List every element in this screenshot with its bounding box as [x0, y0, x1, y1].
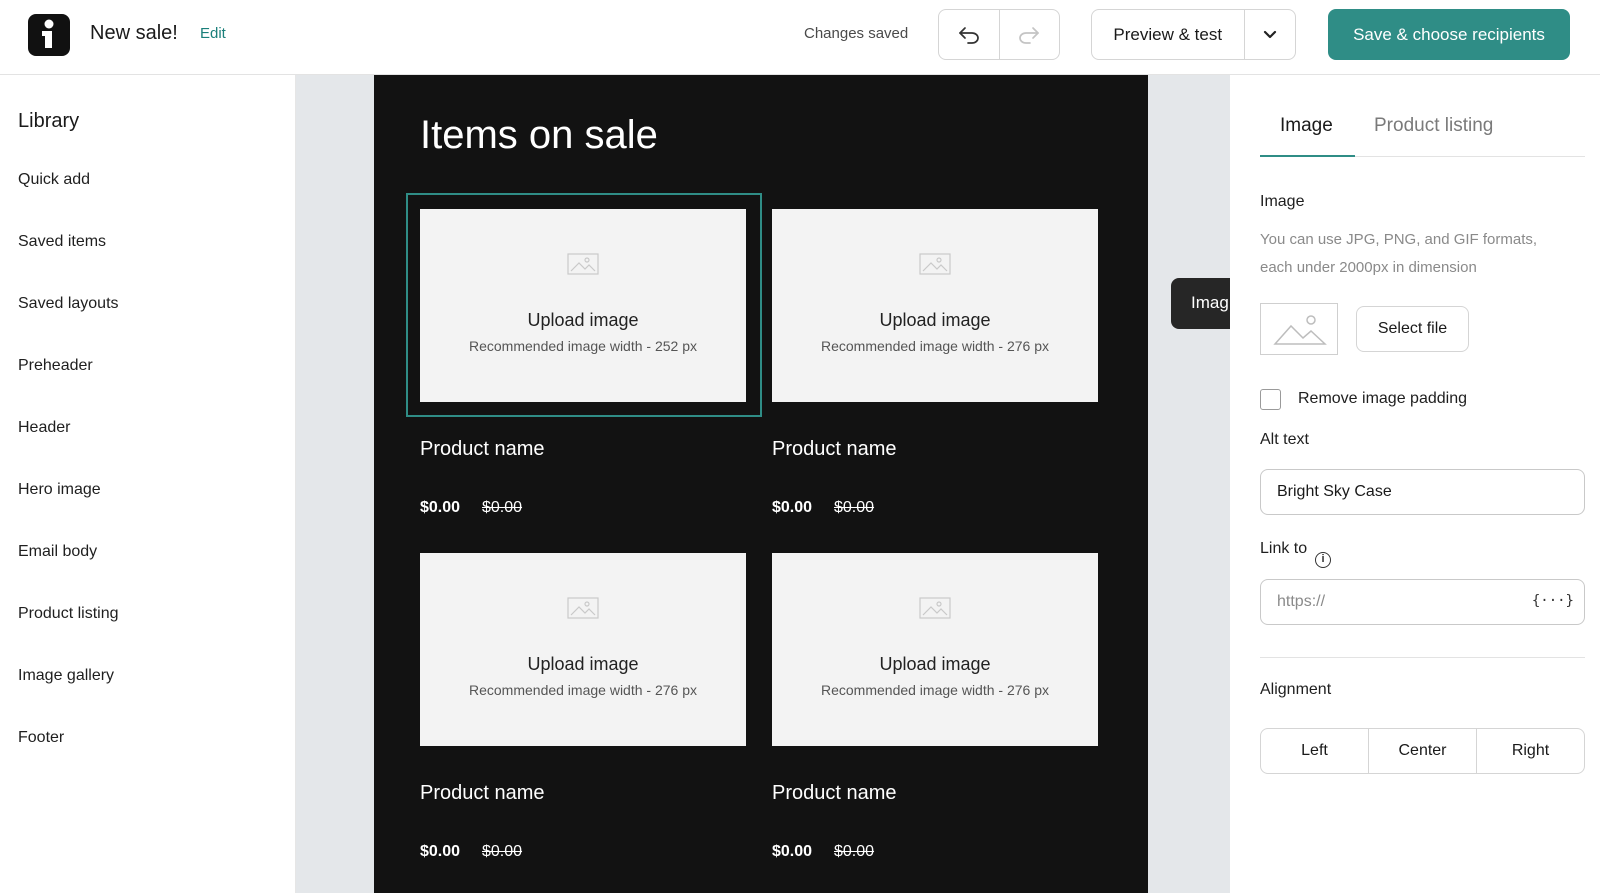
image-help-text: You can use JPG, PNG, and GIF formats, e… [1260, 226, 1570, 282]
email-heading[interactable]: Items on sale [420, 113, 658, 158]
product-price[interactable]: $0.00 [772, 843, 812, 861]
upload-image-area[interactable]: Upload image Recommended image width - 2… [772, 209, 1098, 402]
undo-button[interactable] [939, 10, 999, 59]
link-url-placeholder: https:// [1277, 593, 1325, 611]
alt-text-label: Alt text [1260, 431, 1309, 449]
top-bar: New sale! Edit Changes saved Preview & t… [0, 0, 1600, 75]
upload-image-hint: Recommended image width - 276 px [420, 682, 746, 698]
panel-tabs: Image Product listing [1260, 115, 1585, 157]
product-name[interactable]: Product name [772, 438, 897, 461]
image-placeholder-icon [1261, 304, 1339, 356]
save-choose-recipients-button[interactable]: Save & choose recipients [1328, 9, 1570, 60]
product-original-price[interactable]: $0.00 [834, 499, 874, 517]
product-price[interactable]: $0.00 [420, 499, 460, 517]
upload-image-title: Upload image [772, 310, 1098, 331]
email-preview: Items on sale Upload image Recommended i… [374, 75, 1148, 893]
image-section-label: Image [1260, 193, 1304, 211]
library-title: Library [18, 110, 79, 133]
section-divider [1260, 657, 1585, 658]
library-sidebar: Library Quick add Saved items Saved layo… [0, 75, 296, 893]
library-item-footer[interactable]: Footer [18, 729, 64, 747]
product-price[interactable]: $0.00 [420, 843, 460, 861]
redo-button[interactable] [999, 10, 1059, 59]
properties-panel: Image Product listing Image You can use … [1230, 75, 1600, 893]
block-tooltip-text: Imag [1171, 278, 1230, 329]
editor-canvas: Items on sale Upload image Recommended i… [296, 75, 1230, 893]
product-name[interactable]: Product name [420, 782, 545, 805]
alignment-label: Alignment [1260, 681, 1331, 699]
block-tooltip: Imag [1171, 278, 1230, 329]
upload-image-hint: Recommended image width - 252 px [420, 338, 746, 354]
library-item-hero-image[interactable]: Hero image [18, 481, 101, 499]
product-name[interactable]: Product name [772, 782, 897, 805]
align-right-button[interactable]: Right [1476, 729, 1584, 773]
link-url-input[interactable]: https:// {···} [1260, 579, 1585, 625]
image-placeholder-icon [567, 253, 599, 275]
product-price[interactable]: $0.00 [772, 499, 812, 517]
library-item-quick-add[interactable]: Quick add [18, 171, 90, 189]
upload-image-title: Upload image [772, 654, 1098, 675]
undo-redo-group [938, 9, 1060, 60]
library-item-product-listing[interactable]: Product listing [18, 605, 119, 623]
undo-icon [958, 26, 980, 44]
library-item-saved-items[interactable]: Saved items [18, 233, 106, 251]
active-tab-indicator [1260, 155, 1355, 157]
library-item-saved-layouts[interactable]: Saved layouts [18, 295, 119, 313]
align-center-button[interactable]: Center [1368, 729, 1476, 773]
edit-title-link[interactable]: Edit [200, 25, 226, 42]
image-placeholder-icon [919, 597, 951, 619]
library-item-header[interactable]: Header [18, 419, 70, 437]
redo-icon [1018, 26, 1040, 44]
upload-image-hint: Recommended image width - 276 px [772, 338, 1098, 354]
library-item-email-body[interactable]: Email body [18, 543, 97, 561]
select-file-button[interactable]: Select file [1356, 306, 1469, 352]
document-title: New sale! [90, 22, 178, 45]
preview-test-button[interactable]: Preview & test [1092, 10, 1244, 59]
upload-image-area[interactable]: Upload image Recommended image width - 2… [420, 209, 746, 402]
product-original-price[interactable]: $0.00 [482, 843, 522, 861]
upload-image-title: Upload image [420, 310, 746, 331]
image-placeholder-icon [567, 597, 599, 619]
library-item-preheader[interactable]: Preheader [18, 357, 93, 375]
link-to-label: Link to [1260, 540, 1307, 558]
upload-image-area[interactable]: Upload image Recommended image width - 2… [420, 553, 746, 746]
preview-group: Preview & test [1091, 9, 1296, 60]
app-logo-icon[interactable] [28, 14, 70, 56]
alt-text-input[interactable]: Bright Sky Case [1260, 469, 1585, 515]
remove-padding-checkbox[interactable] [1260, 389, 1281, 410]
product-original-price[interactable]: $0.00 [482, 499, 522, 517]
remove-padding-label: Remove image padding [1298, 390, 1467, 408]
info-icon[interactable]: i [1315, 552, 1331, 568]
upload-image-title: Upload image [420, 654, 746, 675]
library-item-image-gallery[interactable]: Image gallery [18, 667, 114, 685]
insert-variable-icon[interactable]: {···} [1532, 593, 1574, 609]
save-status-text: Changes saved [804, 25, 908, 42]
product-name[interactable]: Product name [420, 438, 545, 461]
chevron-down-icon [1263, 30, 1277, 40]
align-left-button[interactable]: Left [1261, 729, 1368, 773]
alignment-group: Left Center Right [1260, 728, 1585, 774]
image-placeholder-icon [919, 253, 951, 275]
tab-product-listing[interactable]: Product listing [1374, 115, 1493, 137]
product-original-price[interactable]: $0.00 [834, 843, 874, 861]
preview-options-button[interactable] [1244, 10, 1296, 59]
image-thumbnail [1260, 303, 1338, 355]
upload-image-area[interactable]: Upload image Recommended image width - 2… [772, 553, 1098, 746]
upload-image-hint: Recommended image width - 276 px [772, 682, 1098, 698]
tab-image[interactable]: Image [1280, 115, 1333, 137]
